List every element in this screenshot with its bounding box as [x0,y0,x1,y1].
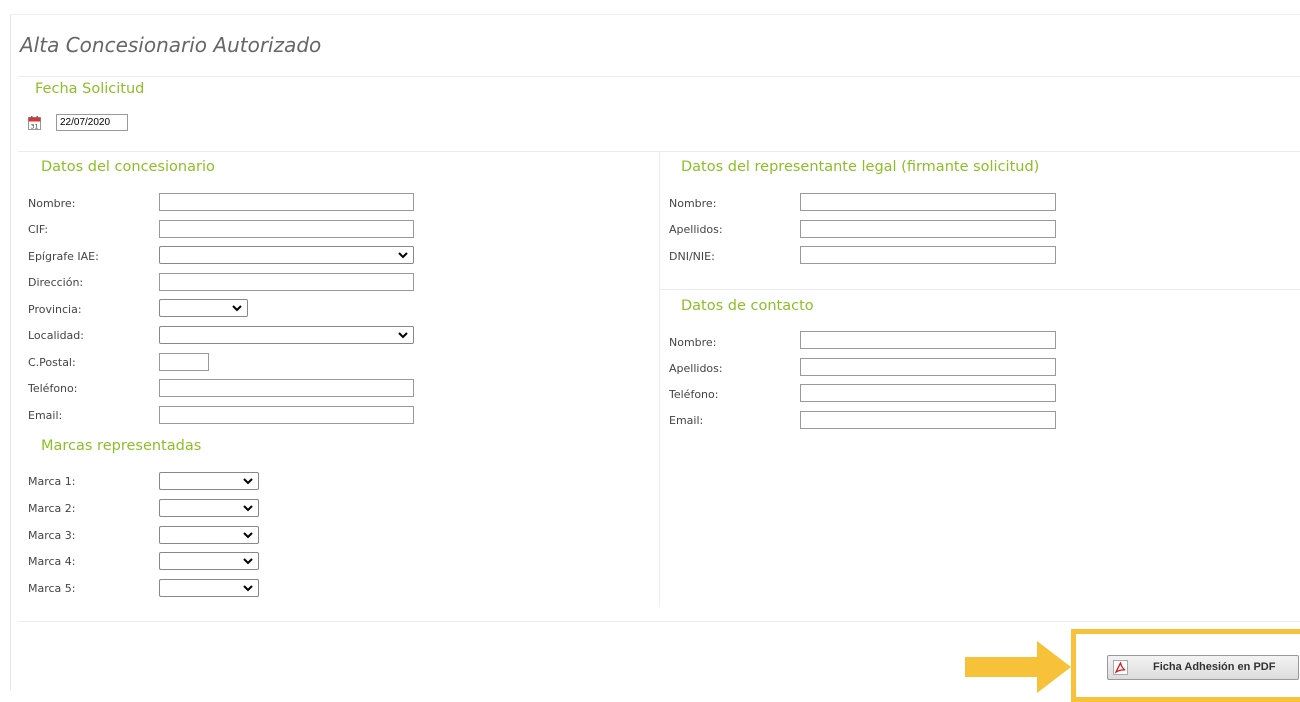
representante-section-title: Datos del representante legal (firmante … [681,159,1040,175]
epigrafe-select[interactable] [159,246,414,264]
concesionario-email-input[interactable] [159,406,414,424]
chevron-down-icon [398,252,408,259]
concesionario-email-label: Email: [28,409,63,422]
calendar-icon[interactable]: 31 [28,116,41,130]
representante-divider [660,289,1300,290]
svg-text:31: 31 [31,124,39,131]
representante-apellidos-label: Apellidos: [669,223,723,236]
concesionario-nombre-label: Nombre: [28,197,76,210]
provincia-label: Provincia: [28,303,82,316]
contacto-email-input[interactable] [800,411,1056,429]
page-title: Alta Concesionario Autorizado [20,33,322,57]
marca-3-select[interactable] [159,526,259,544]
contacto-apellidos-label: Apellidos: [669,362,723,375]
concesionario-nombre-input[interactable] [159,193,414,211]
marca-4-label: Marca 4: [28,555,76,568]
concesionario-telefono-label: Teléfono: [28,382,78,395]
direccion-input[interactable] [159,273,414,291]
contacto-email-label: Email: [669,414,704,427]
concesionario-telefono-input[interactable] [159,379,414,397]
epigrafe-label: Epígrafe IAE: [28,250,99,263]
bottom-divider [18,621,1300,622]
contacto-telefono-label: Teléfono: [669,388,719,401]
cpostal-label: C.Postal: [28,356,76,369]
pdf-icon [1113,660,1128,675]
cif-label: CIF: [28,223,49,236]
contacto-nombre-input[interactable] [800,331,1056,349]
chevron-down-icon [232,305,242,312]
title-divider [18,76,1300,77]
direccion-label: Dirección: [28,276,84,289]
localidad-select[interactable] [159,326,414,344]
marca-2-label: Marca 2: [28,502,76,515]
marca-4-select[interactable] [159,552,259,570]
chevron-down-icon [243,585,253,592]
dni-input[interactable] [800,246,1056,264]
ficha-adhesion-pdf-button[interactable]: Ficha Adhesión en PDF [1107,655,1299,680]
column-divider [659,152,660,607]
arrow-right-icon [965,641,1071,693]
marca-3-label: Marca 3: [28,529,76,542]
marca-1-select[interactable] [159,472,259,490]
contacto-section-title: Datos de contacto [681,298,814,314]
dni-label: DNI/NIE: [669,250,715,263]
chevron-down-icon [243,558,253,565]
marca-1-label: Marca 1: [28,475,76,488]
cpostal-input[interactable] [159,353,209,371]
cif-input[interactable] [159,220,414,238]
representante-apellidos-input[interactable] [800,220,1056,238]
marca-5-select[interactable] [159,579,259,597]
provincia-select[interactable] [159,299,248,317]
contacto-telefono-input[interactable] [800,384,1056,402]
chevron-down-icon [243,532,253,539]
chevron-down-icon [243,505,253,512]
contacto-apellidos-input[interactable] [800,358,1056,376]
marca-2-select[interactable] [159,499,259,517]
chevron-down-icon [398,332,408,339]
contacto-nombre-label: Nombre: [669,336,717,349]
representante-nombre-input[interactable] [800,193,1056,211]
representante-nombre-label: Nombre: [669,197,717,210]
marca-5-label: Marca 5: [28,582,76,595]
fecha-solicitud-input[interactable]: 22/07/2020 [56,114,128,131]
chevron-down-icon [243,478,253,485]
pdf-button-label: Ficha Adhesión en PDF [1153,661,1276,673]
marcas-section-title: Marcas representadas [41,438,202,454]
concesionario-section-title: Datos del concesionario [41,159,215,175]
localidad-label: Localidad: [28,329,84,342]
fecha-section-title: Fecha Solicitud [35,81,145,97]
